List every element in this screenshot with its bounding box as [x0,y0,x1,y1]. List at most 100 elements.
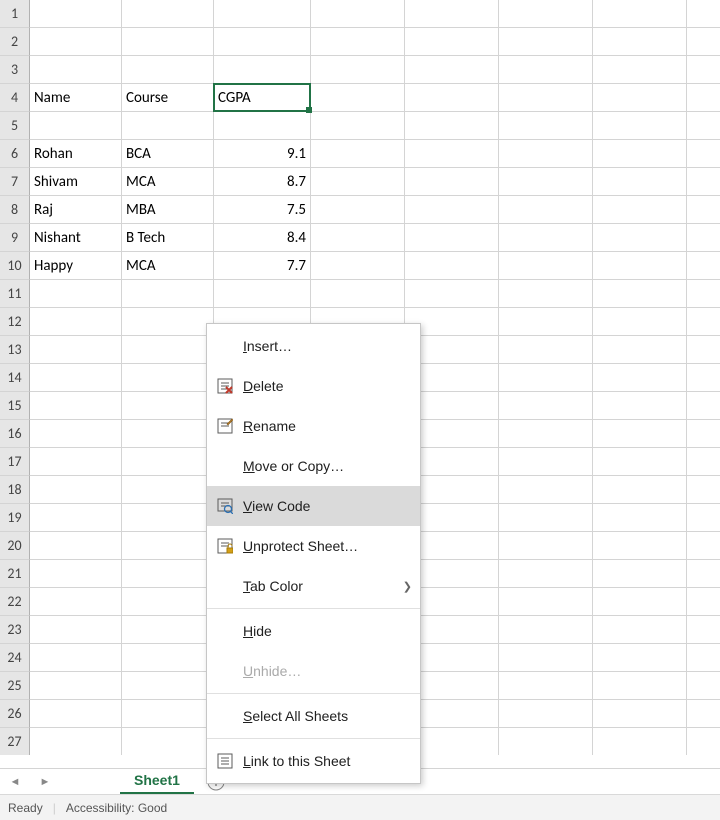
row-header[interactable]: 15 [0,392,30,420]
cell[interactable] [122,364,214,392]
cell[interactable] [30,672,122,700]
cell[interactable] [30,560,122,588]
cell[interactable] [499,560,593,588]
cell[interactable] [593,560,687,588]
cell[interactable] [122,672,214,700]
cell[interactable] [405,140,499,168]
cell[interactable] [687,588,720,616]
cell[interactable] [311,28,405,56]
cell[interactable] [687,196,720,224]
menu-item-rename[interactable]: Rename [207,406,420,446]
cell[interactable] [499,280,593,308]
sheet-nav-next[interactable]: ► [30,769,60,795]
cell[interactable] [499,392,593,420]
cell[interactable] [593,420,687,448]
cell[interactable] [214,56,311,84]
cell[interactable] [122,728,214,755]
cell[interactable] [593,168,687,196]
row-header[interactable]: 22 [0,588,30,616]
row-header[interactable]: 8 [0,196,30,224]
cell[interactable] [593,140,687,168]
cell[interactable] [405,280,499,308]
cell[interactable] [499,28,593,56]
cell[interactable] [214,28,311,56]
sheet-nav-prev[interactable]: ◄ [0,769,30,795]
cell[interactable] [30,476,122,504]
cell[interactable] [593,84,687,112]
cell[interactable] [593,504,687,532]
cell[interactable] [687,112,720,140]
cell[interactable] [687,672,720,700]
cell[interactable] [405,0,499,28]
row-header[interactable]: 19 [0,504,30,532]
cell[interactable] [593,308,687,336]
menu-item-move-or-copy[interactable]: Move or Copy… [207,446,420,486]
sheet-tab-active[interactable]: Sheet1 [120,769,194,795]
menu-item-tab-color[interactable]: Tab Color❯ [207,566,420,606]
cell[interactable] [405,56,499,84]
row-header[interactable]: 26 [0,700,30,728]
cell[interactable] [214,0,311,28]
cell[interactable] [593,616,687,644]
cell[interactable] [593,224,687,252]
cell[interactable] [499,420,593,448]
cell[interactable] [30,504,122,532]
cell[interactable] [122,532,214,560]
cell[interactable] [499,224,593,252]
cell[interactable] [405,252,499,280]
cell[interactable] [593,532,687,560]
cell[interactable] [687,644,720,672]
cell[interactable]: MCA [122,252,214,280]
cell[interactable] [214,280,311,308]
cell[interactable] [122,0,214,28]
cell[interactable]: BCA [122,140,214,168]
cell[interactable] [122,644,214,672]
cell[interactable] [30,420,122,448]
cell[interactable] [122,392,214,420]
cell[interactable] [687,168,720,196]
cell[interactable] [687,28,720,56]
cell[interactable] [687,700,720,728]
cell[interactable] [405,168,499,196]
cell[interactable] [30,588,122,616]
row-header[interactable]: 20 [0,532,30,560]
cell[interactable] [687,420,720,448]
cell[interactable] [122,700,214,728]
cell[interactable] [499,448,593,476]
cell[interactable] [405,196,499,224]
cell[interactable] [593,196,687,224]
cell[interactable] [687,728,720,755]
cell[interactable] [593,392,687,420]
cell[interactable]: MCA [122,168,214,196]
row-header[interactable]: 27 [0,728,30,755]
cell[interactable] [499,308,593,336]
cell[interactable] [30,336,122,364]
row-header[interactable]: 11 [0,280,30,308]
cell[interactable] [30,0,122,28]
cell[interactable]: Name [30,84,122,112]
menu-item-unprotect-sheet[interactable]: Unprotect Sheet… [207,526,420,566]
cell[interactable] [687,0,720,28]
cell[interactable] [593,364,687,392]
cell[interactable] [499,140,593,168]
cell[interactable] [311,280,405,308]
cell[interactable] [593,448,687,476]
menu-item-hide[interactable]: Hide [207,611,420,651]
cell[interactable] [122,112,214,140]
cell[interactable] [499,504,593,532]
cell[interactable] [593,0,687,28]
row-header[interactable]: 17 [0,448,30,476]
cell[interactable] [687,448,720,476]
cell[interactable] [687,280,720,308]
cell[interactable] [593,28,687,56]
cell[interactable] [499,644,593,672]
cell[interactable] [311,84,405,112]
cell[interactable] [499,588,593,616]
cell[interactable]: 8.4 [214,224,311,252]
cell[interactable] [122,308,214,336]
cell[interactable]: Course [122,84,214,112]
cell[interactable]: Raj [30,196,122,224]
cell[interactable] [499,672,593,700]
cell[interactable] [311,56,405,84]
cell[interactable] [499,616,593,644]
